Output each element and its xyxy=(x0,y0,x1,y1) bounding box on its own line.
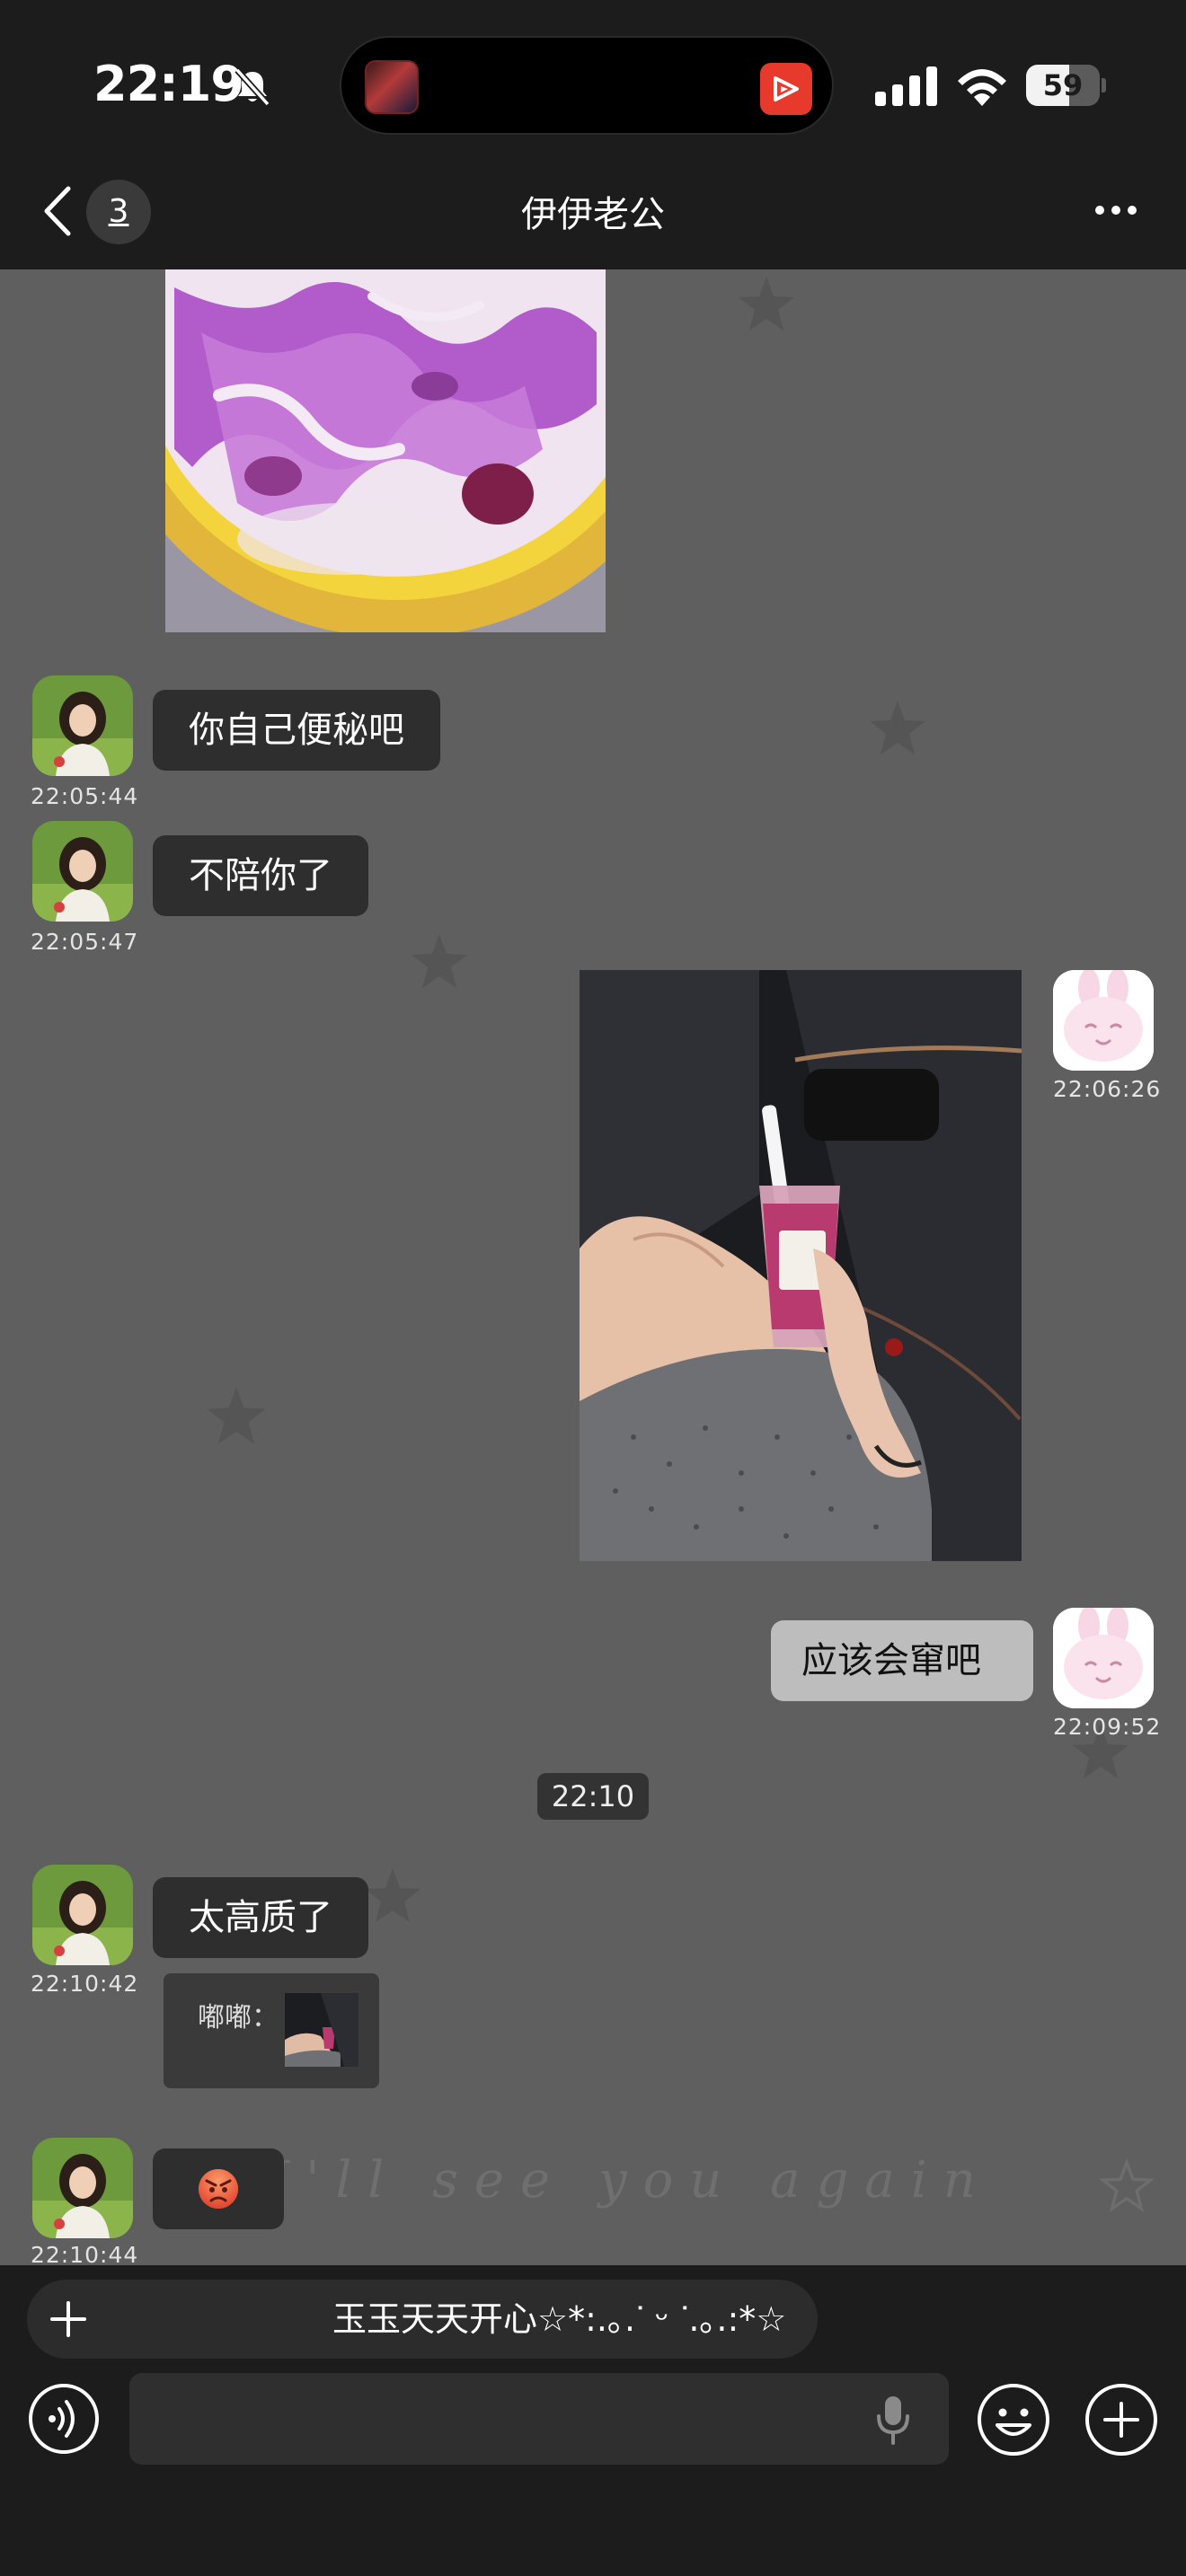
message-timestamp: 22:09:52 xyxy=(1053,1714,1162,1740)
cellular-signal-icon xyxy=(875,66,937,106)
emoji-message-bubble[interactable] xyxy=(153,2148,284,2229)
input-bar: 玉玉天天开心☆*:.｡.ᐝ ᵕ ᐝ.｡.:*☆ xyxy=(0,2265,1186,2576)
game-app-icon[interactable] xyxy=(365,60,419,114)
message-bubble[interactable]: 不陪你了 xyxy=(153,835,368,916)
add-phrase-icon[interactable] xyxy=(49,2299,88,2339)
image-message-drink[interactable] xyxy=(580,970,1022,1561)
contact-avatar[interactable] xyxy=(32,675,133,776)
background-star-icon xyxy=(207,1387,266,1444)
voice-toggle-icon[interactable] xyxy=(27,2382,101,2456)
contact-avatar[interactable] xyxy=(32,821,133,922)
back-chevron-icon[interactable] xyxy=(40,183,75,239)
top-bar: 22:19 59 3 伊伊老公 xyxy=(0,0,1186,269)
emoji-icon[interactable] xyxy=(976,2382,1051,2457)
message-bubble-outgoing[interactable]: 应该会窜吧 xyxy=(771,1620,1033,1701)
my-avatar[interactable] xyxy=(1053,970,1154,1071)
time-divider: 22:10 xyxy=(537,1773,649,1820)
background-star-icon xyxy=(1100,2159,1154,2212)
bell-muted-icon xyxy=(235,67,270,107)
add-attachment-icon[interactable] xyxy=(1084,2382,1159,2457)
quote-label: 嘟嘟： xyxy=(198,2002,279,2033)
drink-photo xyxy=(580,970,1022,1561)
angry-face-icon xyxy=(199,2169,238,2209)
chat-title: 伊伊老公 xyxy=(521,194,665,235)
dynamic-island[interactable] xyxy=(340,36,834,135)
contact-avatar[interactable] xyxy=(32,1865,133,1965)
message-input[interactable] xyxy=(129,2373,949,2465)
battery-percent: 59 xyxy=(1042,68,1084,102)
quick-phrase-text[interactable]: 玉玉天天开心☆*:.｡.ᐝ ᵕ ᐝ.｡.:*☆ xyxy=(332,2280,786,2359)
microphone-icon[interactable] xyxy=(873,2395,913,2445)
status-time: 22:19 xyxy=(93,56,244,112)
wifi-icon xyxy=(958,69,1006,106)
battery-indicator: 59 xyxy=(1026,65,1107,106)
bowl-photo xyxy=(165,269,606,632)
chat-area[interactable]: I'll see you again 22:05:44 你自己便秘吧 22:05… xyxy=(0,269,1186,2265)
message-bubble[interactable]: 太高质了 xyxy=(153,1877,368,1958)
contact-avatar[interactable] xyxy=(32,2138,133,2238)
message-timestamp: 22:05:47 xyxy=(31,929,139,955)
unread-count-badge[interactable]: 3 xyxy=(86,180,151,244)
message-timestamp: 22:06:26 xyxy=(1053,1076,1162,1102)
background-star-icon xyxy=(870,701,925,754)
my-avatar[interactable] xyxy=(1053,1608,1154,1708)
message-timestamp: 22:05:44 xyxy=(31,783,139,809)
background-handwriting: I'll see you again xyxy=(270,2151,992,2210)
message-timestamp: 22:10:42 xyxy=(31,1971,139,1997)
quick-phrase-pill[interactable]: 玉玉天天开心☆*:.｡.ᐝ ᵕ ᐝ.｡.:*☆ xyxy=(27,2280,818,2359)
background-star-icon xyxy=(412,934,467,988)
video-app-icon[interactable] xyxy=(760,63,812,115)
message-bubble[interactable]: 你自己便秘吧 xyxy=(153,690,440,771)
quoted-reply[interactable]: 嘟嘟： xyxy=(164,1973,379,2088)
more-options-icon[interactable] xyxy=(1093,201,1139,219)
background-star-icon xyxy=(365,1868,420,1922)
background-star-icon xyxy=(739,277,794,331)
image-message-bowl[interactable] xyxy=(165,269,606,632)
message-timestamp: 22:10:44 xyxy=(31,2242,139,2265)
quote-thumbnail[interactable] xyxy=(285,1993,358,2067)
